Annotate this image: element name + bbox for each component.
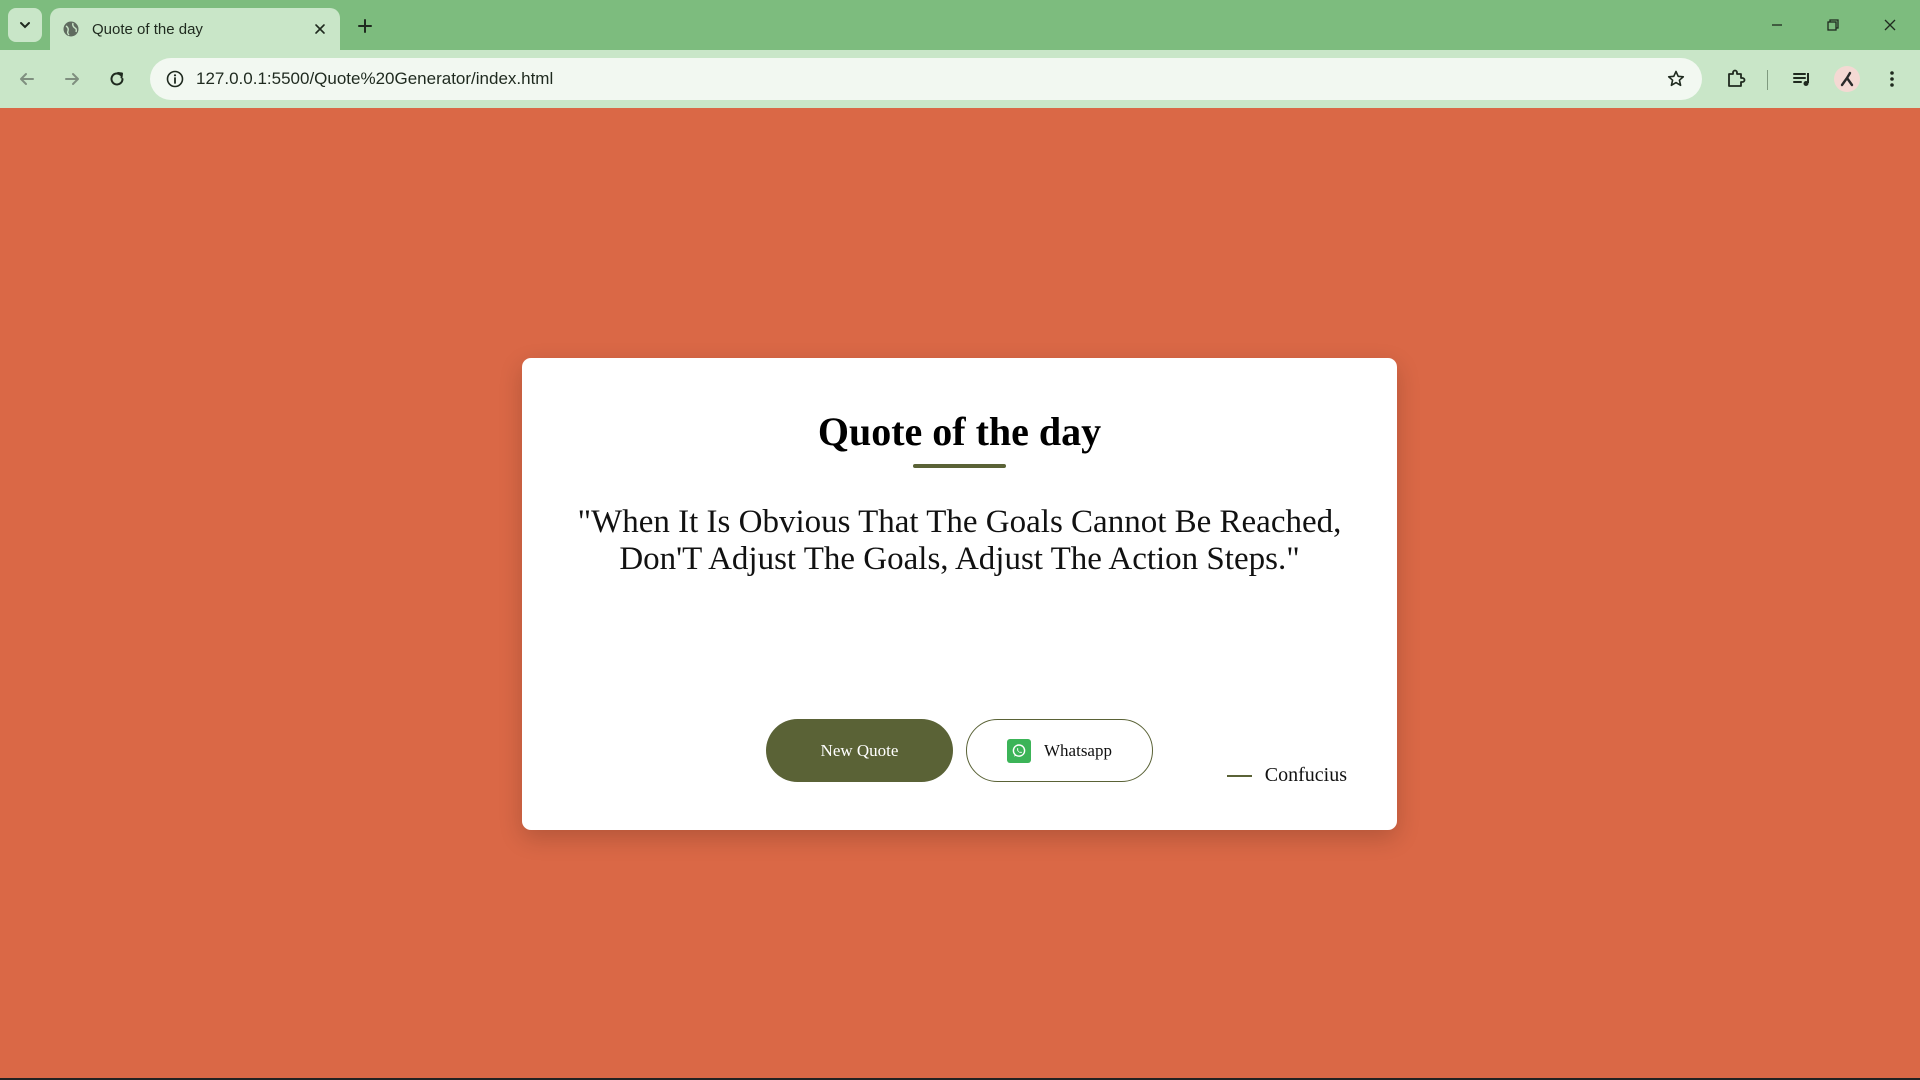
plus-icon [358, 19, 372, 33]
whatsapp-icon [1007, 738, 1031, 763]
new-quote-label: New Quote [820, 740, 899, 760]
toolbar-divider [1767, 70, 1768, 90]
forward-button[interactable] [54, 61, 90, 97]
title-underline [913, 464, 1006, 468]
tab-title: Quote of the day [92, 20, 203, 38]
back-button[interactable] [9, 61, 45, 97]
author: Confucius [1226, 764, 1347, 787]
reload-button[interactable] [99, 61, 135, 97]
restore-icon [1827, 19, 1839, 31]
extensions-button[interactable] [1718, 61, 1754, 97]
whatsapp-label: Whatsapp [1044, 740, 1112, 760]
info-icon[interactable] [160, 64, 190, 94]
media-control-icon [1793, 73, 1809, 86]
restore-button[interactable] [1805, 0, 1861, 50]
reload-icon [110, 72, 124, 86]
arrow-left-icon [20, 73, 34, 85]
new-quote-button[interactable]: New Quote [766, 719, 953, 782]
author-name: Confucius [1264, 764, 1347, 786]
puzzle-icon [1728, 69, 1746, 87]
author-dash [1226, 774, 1252, 777]
url-text[interactable]: 127.0.0.1:5500/Quote%20Generator/index.h… [196, 69, 1658, 89]
close-icon [1884, 19, 1896, 31]
whatsapp-share-button[interactable]: Whatsapp [966, 719, 1153, 782]
page-title: Quote of the day [817, 409, 1102, 454]
menu-button[interactable] [1874, 61, 1910, 97]
avatar[interactable] [1834, 66, 1860, 92]
star-icon[interactable] [1658, 61, 1694, 97]
quote-card: Quote of the day "When It Is Obvious Tha… [522, 358, 1397, 830]
address-bar[interactable]: 127.0.0.1:5500/Quote%20Generator/index.h… [150, 58, 1702, 100]
new-tab-button[interactable] [348, 9, 382, 43]
chevron-down-icon [20, 22, 30, 29]
tab-active[interactable]: Quote of the day [50, 8, 340, 50]
media-control-button[interactable] [1784, 61, 1820, 97]
globe-icon [62, 20, 80, 38]
arrow-right-icon [65, 73, 79, 85]
browser-tab-strip: Quote of the day [0, 0, 1920, 50]
minimize-icon [1772, 24, 1782, 26]
quote-text: "When It Is Obvious That The Goals Canno… [577, 504, 1342, 577]
minimize-button[interactable] [1749, 0, 1805, 50]
browser-toolbar: 127.0.0.1:5500/Quote%20Generator/index.h… [0, 50, 1920, 108]
close-window-button[interactable] [1862, 0, 1918, 50]
tab-search-button[interactable] [8, 8, 42, 42]
page-viewport: Quote of the day "When It Is Obvious Tha… [0, 108, 1920, 1078]
close-icon[interactable] [306, 15, 334, 43]
more-vertical-icon [1890, 71, 1894, 87]
